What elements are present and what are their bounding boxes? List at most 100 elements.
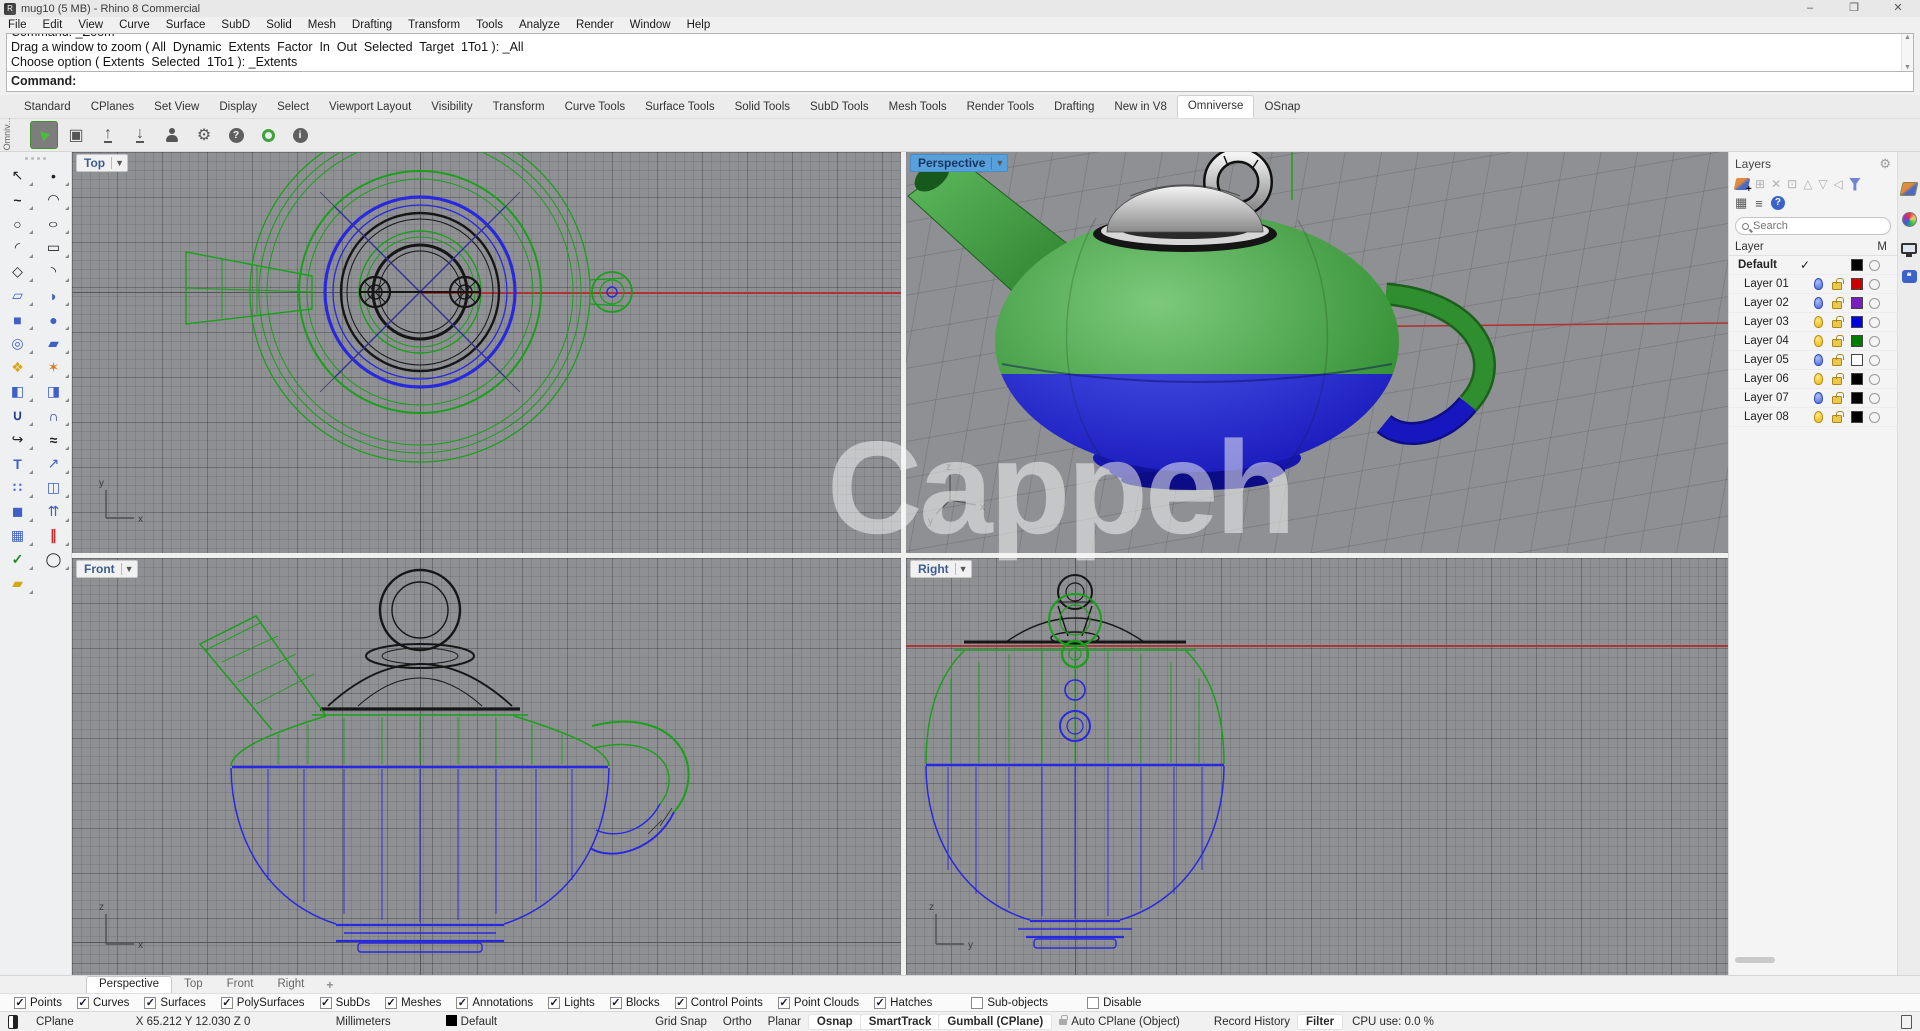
layer-name[interactable]: Layer 02 [1734,297,1796,309]
extrude-tool-button[interactable]: ⇈ [38,500,70,523]
grid-snap-toggle[interactable]: Grid Snap [647,1015,715,1029]
menu-mesh[interactable]: Mesh [300,17,344,33]
layer-table-button[interactable]: ▦ [1735,195,1747,211]
viewport-perspective[interactable]: z y x Perspective ▼ [906,152,1728,553]
mirror-tool-button[interactable]: ◫ [38,476,70,499]
tab-transform[interactable]: Transform [483,97,555,118]
account-button[interactable] [158,121,186,149]
checkbox[interactable]: ✓ [548,997,560,1009]
viewport-right[interactable]: z y Right ▼ [906,558,1728,975]
layer-lock-icon[interactable] [1832,301,1842,309]
checkbox[interactable]: ✓ [14,997,26,1009]
layer-color-swatch[interactable] [1851,335,1863,347]
curved-surface-button[interactable]: ◗ [38,284,70,307]
layer-name[interactable]: Layer 08 [1734,411,1796,423]
menu-edit[interactable]: Edit [35,17,71,33]
explode-tool-button[interactable]: ✶ [38,356,70,379]
status-swatch-icon[interactable] [8,1015,18,1029]
layer-row[interactable]: Layer 03 [1729,313,1897,332]
publish-button[interactable]: ↑ [94,121,122,149]
filter-icon[interactable] [1849,178,1861,191]
checkbox[interactable] [1087,997,1099,1009]
record-history-toggle[interactable]: Record History [1206,1015,1298,1029]
layer-color-swatch[interactable] [1851,297,1863,309]
filter-meshes[interactable]: ✓Meshes [385,997,441,1009]
menu-transform[interactable]: Transform [400,17,468,33]
layer-material-circle[interactable] [1869,260,1880,271]
gear-icon[interactable]: ⚙ [1879,156,1891,172]
menu-tools[interactable]: Tools [468,17,511,33]
filter-points[interactable]: ✓Points [14,997,62,1009]
layer-lock-icon[interactable] [1832,282,1842,290]
array-tool-button[interactable]: ∷ [2,476,34,499]
tab-display[interactable]: Display [209,97,267,118]
plugin-tool-button[interactable]: ❖ [2,356,34,379]
checkbox[interactable]: ✓ [610,997,622,1009]
layer-color-swatch[interactable] [1851,278,1863,290]
viewport-tab-right[interactable]: Right [265,977,316,993]
tab-layers-panel[interactable] [1900,182,1919,196]
tab-select[interactable]: Select [267,97,319,118]
tab-osnap[interactable]: OSnap [1254,97,1310,118]
tab-render-tools[interactable]: Render Tools [957,97,1045,118]
checkbox[interactable]: ✓ [675,997,687,1009]
import-button[interactable]: ↓ [126,121,154,149]
tab-subd-tools[interactable]: SubD Tools [800,97,879,118]
menu-window[interactable]: Window [622,17,679,33]
menu-render[interactable]: Render [568,17,622,33]
ellipse-tool-button[interactable]: ○ [38,212,70,235]
palette-grip[interactable] [0,152,71,164]
layer-material-circle[interactable] [1869,298,1880,309]
filter-sub-objects[interactable]: Sub-objects [971,997,1048,1009]
osnap-toggle[interactable]: Osnap [809,1015,861,1029]
layer-search-box[interactable] [1735,217,1891,235]
text-tool-button[interactable]: T [2,452,34,475]
layer-row[interactable]: Layer 05 [1729,351,1897,370]
layer-name[interactable]: Default [1734,259,1796,271]
smarttrack-toggle[interactable]: SmartTrack [861,1015,940,1029]
layer-material-circle[interactable] [1869,374,1880,385]
checkbox[interactable]: ✓ [385,997,397,1009]
filter-point-clouds[interactable]: ✓Point Clouds [778,997,859,1009]
layer-visibility-bulb[interactable] [1814,392,1823,404]
new-sublayer-button[interactable]: ⊞ [1755,177,1765,191]
adjust-bulge-button[interactable]: ↪ [2,428,34,451]
viewport-front[interactable]: z x Front ▼ [72,558,901,975]
filter-toggle[interactable]: Filter [1298,1015,1342,1029]
checkbox[interactable] [971,997,983,1009]
layer-color-swatch[interactable] [1851,354,1863,366]
delete-layer-button[interactable]: ✕ [1771,177,1781,191]
connection-status-button[interactable] [254,121,282,149]
tab-drafting[interactable]: Drafting [1044,97,1104,118]
viewport-top[interactable]: y x Top ▼ [72,152,901,553]
layer-material-circle[interactable] [1869,317,1880,328]
layer-visibility-bulb[interactable] [1814,316,1823,328]
fillet-curve-button[interactable]: ◝ [38,260,70,283]
patch-tool-button[interactable]: ▰ [38,332,70,355]
tab-mesh-tools[interactable]: Mesh Tools [879,97,957,118]
layer-row[interactable]: Layer 06 [1729,370,1897,389]
scale-tool-button[interactable]: ↗ [38,452,70,475]
move-layer-up-button[interactable]: △ [1803,177,1812,191]
tab-set-view[interactable]: Set View [144,97,209,118]
circle-tool-button[interactable]: ○ [2,212,34,235]
filter-annotations[interactable]: ✓Annotations [456,997,533,1009]
menu-drafting[interactable]: Drafting [344,17,400,33]
help-icon[interactable]: ? [1771,196,1785,210]
layer-row[interactable]: Layer 08 [1729,408,1897,427]
point-tool-button[interactable]: • [38,164,70,187]
filter-disable[interactable]: Disable [1087,997,1141,1009]
move-layer-down-button[interactable]: ▽ [1818,177,1827,191]
settings-button[interactable]: ⚙ [190,121,218,149]
eraser-tool-button[interactable]: ▰ [2,572,34,595]
filter-surfaces[interactable]: ✓Surfaces [144,997,205,1009]
viewport-label-right[interactable]: Right ▼ [910,560,972,578]
monitor-icon[interactable] [1901,243,1917,254]
layer-lock-icon[interactable] [1832,320,1842,328]
minimize-button[interactable]: – [1788,0,1832,17]
filter-control-points[interactable]: ✓Control Points [675,997,763,1009]
tab-omniverse[interactable]: Omniverse [1177,95,1255,118]
tab-cplanes[interactable]: CPlanes [81,97,144,118]
linear-array-button[interactable]: ∥ [38,524,70,547]
layer-row[interactable]: Layer 01 [1729,275,1897,294]
